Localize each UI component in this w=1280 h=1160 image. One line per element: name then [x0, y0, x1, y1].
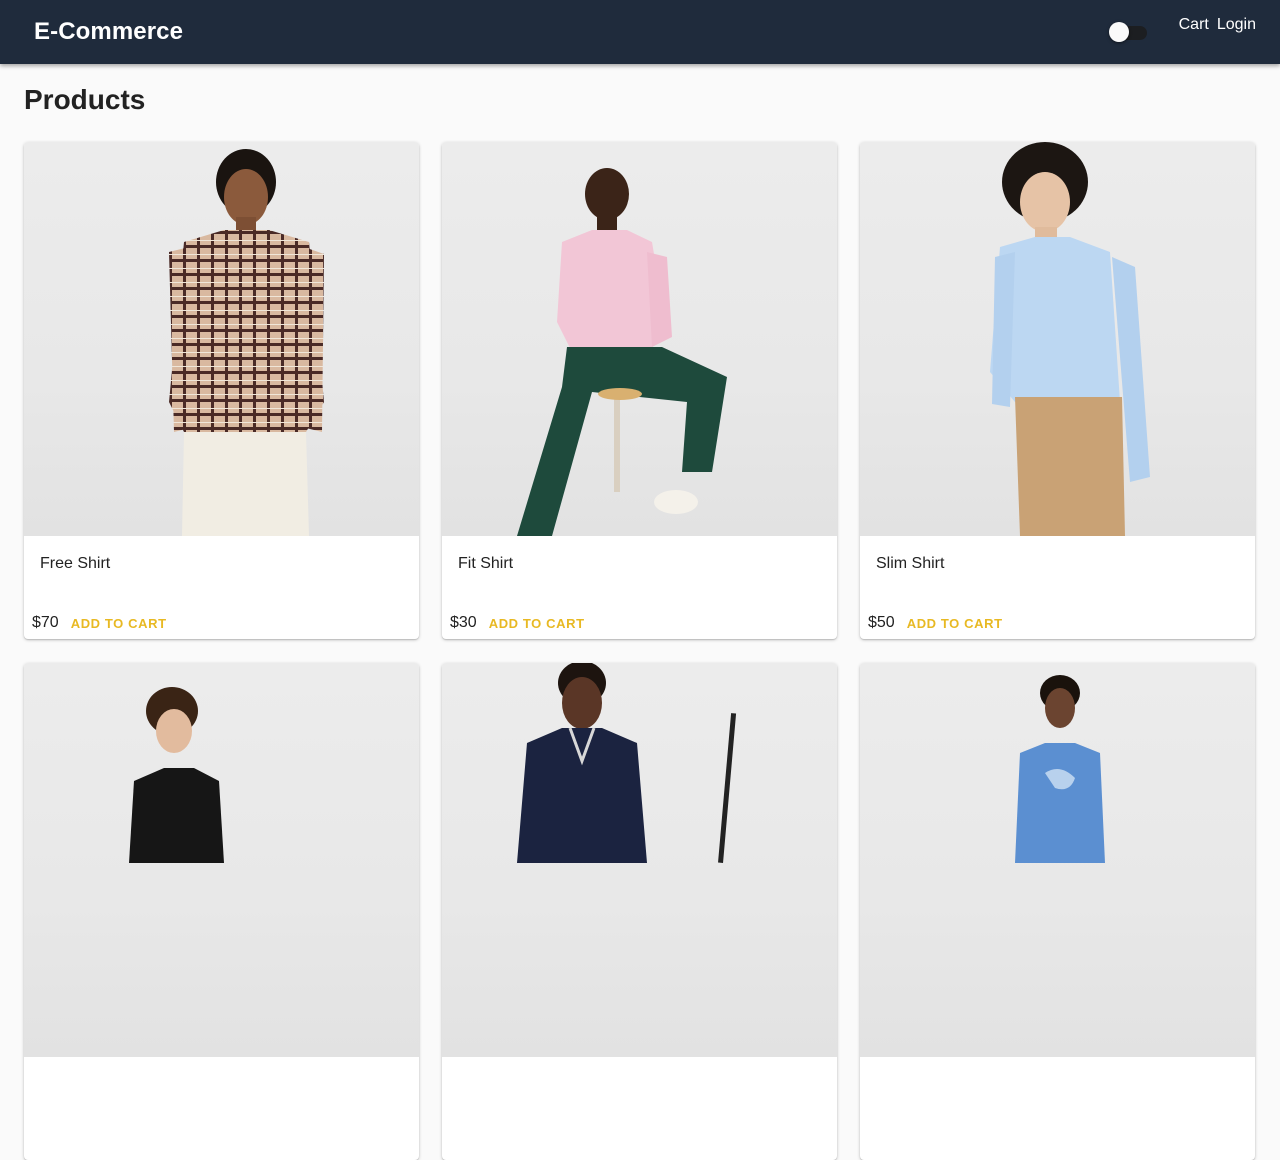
product-photo-blue-shirt: [990, 142, 1150, 536]
product-image[interactable]: [860, 142, 1255, 536]
brand-title[interactable]: E-Commerce: [34, 18, 183, 46]
product-image[interactable]: [860, 663, 1255, 1057]
card-actions: [442, 1114, 837, 1160]
product-card: [24, 663, 419, 1160]
product-price: $30: [450, 614, 477, 631]
product-price: $70: [32, 614, 59, 631]
card-actions: $30 ADD TO CART: [442, 593, 837, 639]
toggle-thumb: [1108, 22, 1129, 42]
cart-link[interactable]: Cart: [1179, 16, 1209, 34]
card-actions: $70 ADD TO CART: [24, 593, 419, 639]
product-image[interactable]: [442, 663, 837, 1057]
card-actions: $50 ADD TO CART: [860, 593, 1255, 639]
page-title: Products: [24, 84, 146, 115]
product-card: Free Shirt $70 ADD TO CART: [24, 142, 419, 639]
product-photo-pink-shirt: [517, 168, 727, 536]
product-photo-blue-tee: [1015, 675, 1105, 863]
product-name[interactable]: [442, 1057, 837, 1114]
add-to-cart-button[interactable]: ADD TO CART: [907, 612, 1003, 635]
product-photo-navy-polo: [517, 663, 737, 863]
product-name[interactable]: Slim Shirt: [860, 536, 1255, 593]
card-actions: [24, 1114, 419, 1160]
product-photo-plaid-shirt: [169, 149, 324, 536]
product-photo-black-polo: [129, 687, 224, 863]
product-image[interactable]: [24, 142, 419, 536]
product-image[interactable]: [442, 142, 837, 536]
product-image[interactable]: [24, 663, 419, 1057]
product-card: Slim Shirt $50 ADD TO CART: [860, 142, 1255, 639]
product-name[interactable]: Free Shirt: [24, 536, 419, 593]
product-name[interactable]: Fit Shirt: [442, 536, 837, 593]
product-name[interactable]: [24, 1057, 419, 1114]
add-to-cart-button[interactable]: ADD TO CART: [71, 612, 167, 635]
product-card: Fit Shirt $30 ADD TO CART: [442, 142, 837, 639]
card-actions: [860, 1114, 1255, 1160]
login-link[interactable]: Login: [1217, 16, 1256, 34]
theme-toggle-switch[interactable]: [1108, 22, 1149, 42]
product-card: [860, 663, 1255, 1160]
add-to-cart-button[interactable]: ADD TO CART: [489, 612, 585, 635]
product-grid: Free Shirt $70 ADD TO CART Fit Shirt $30…: [24, 142, 1256, 1160]
product-price: $50: [868, 614, 895, 631]
product-name[interactable]: [860, 1057, 1255, 1114]
app-bar: E-Commerce Cart Login: [0, 0, 1280, 64]
product-card: [442, 663, 837, 1160]
